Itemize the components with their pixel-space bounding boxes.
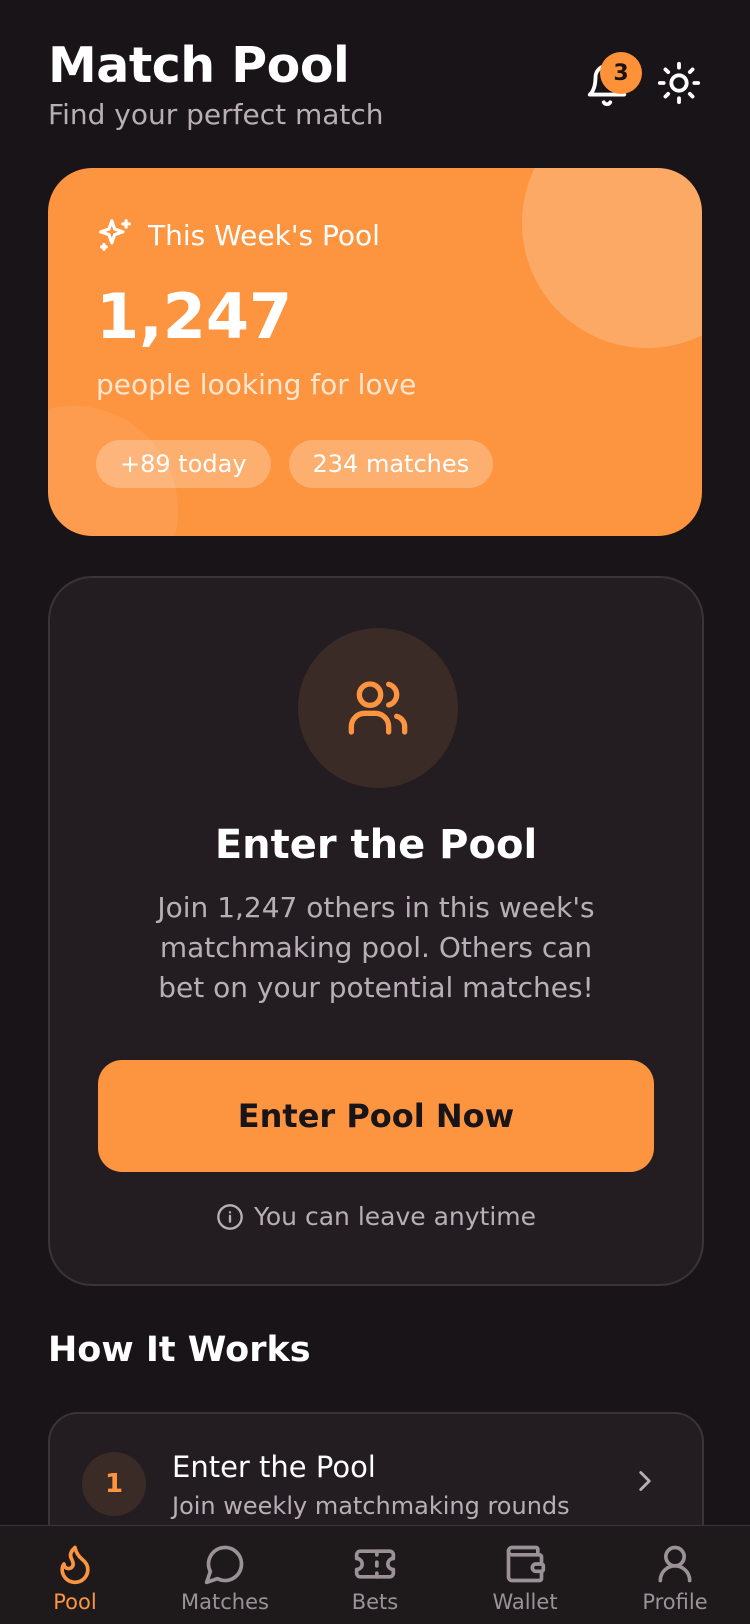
user-icon: [658, 1545, 692, 1583]
step-subtitle: Join weekly matchmaking rounds: [172, 1492, 570, 1520]
page-header: Match Pool Find your perfect match 3: [48, 36, 702, 136]
users-icon: [348, 681, 408, 735]
matches-chip: 234 matches: [288, 440, 494, 488]
nav-label: Bets: [351, 1590, 399, 1614]
users-icon-badge: [298, 628, 458, 788]
enter-pool-title: Enter the Pool: [214, 822, 538, 868]
weekly-pool-card: This Week's Pool 1,247 people looking fo…: [48, 168, 702, 536]
nav-label: Profile: [642, 1590, 708, 1614]
chat-bubble-icon: [204, 1545, 244, 1585]
today-chip: +89 today: [96, 440, 271, 488]
pool-count: 1,247: [96, 280, 293, 353]
wallet-icon: [506, 1545, 546, 1583]
notification-badge: 3: [600, 52, 642, 94]
nav-label: Matches: [181, 1590, 269, 1614]
enter-pool-description: Join 1,247 others in this week's matchma…: [157, 891, 595, 1004]
nav-item-pool[interactable]: Pool: [0, 1526, 150, 1624]
step-number: 1: [82, 1452, 146, 1516]
nav-item-wallet[interactable]: Wallet: [450, 1526, 600, 1624]
nav-label: Wallet: [492, 1590, 558, 1614]
info-icon: [217, 1203, 243, 1230]
step-title: Enter the Pool: [172, 1450, 376, 1484]
flame-icon: [60, 1545, 90, 1585]
nav-item-bets[interactable]: Bets: [300, 1526, 450, 1624]
nav-item-profile[interactable]: Profile: [600, 1526, 750, 1624]
nav-item-matches[interactable]: Matches: [150, 1526, 300, 1624]
enter-pool-button[interactable]: Enter Pool Now: [98, 1060, 654, 1172]
how-it-works-title: How It Works: [48, 1330, 311, 1370]
pool-card-label: This Week's Pool: [96, 216, 380, 254]
sparkles-icon: [99, 219, 131, 251]
ticket-icon: [354, 1549, 396, 1579]
chevron-right-icon: [639, 1471, 651, 1491]
nav-label: Pool: [53, 1590, 97, 1614]
enter-pool-card: Enter the Pool Join 1,247 others in this…: [48, 576, 704, 1286]
header-actions: 3: [584, 52, 702, 110]
sun-icon: [657, 61, 701, 105]
notifications-button[interactable]: 3: [584, 52, 642, 108]
theme-toggle-button[interactable]: [656, 60, 702, 110]
decorative-circle: [522, 168, 702, 348]
bottom-navigation: Pool Matches Bets Wallet Profile: [0, 1525, 750, 1624]
pool-stats: +89 today 234 matches: [96, 440, 494, 488]
leave-note: You can leave anytime: [50, 1202, 702, 1231]
pool-description: people looking for love: [96, 368, 417, 401]
